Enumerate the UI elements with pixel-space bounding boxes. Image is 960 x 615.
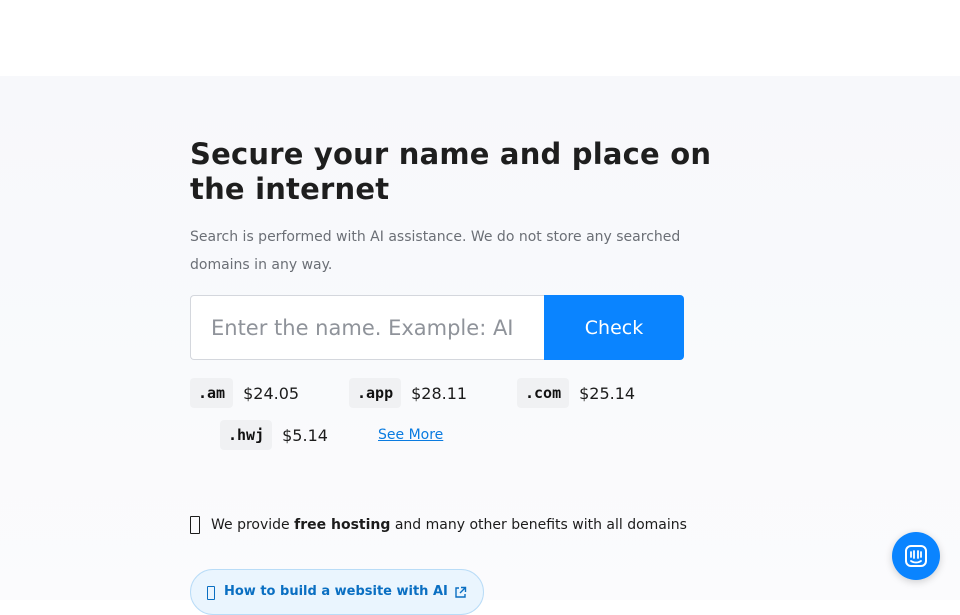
page-title: Secure your name and place on the intern…	[190, 137, 712, 206]
tld-name: .am	[190, 378, 234, 408]
page-subtitle: Search is performed with AI assistance. …	[190, 229, 681, 273]
tld-item-app[interactable]: .app $28.11	[349, 378, 467, 408]
chat-widget-button[interactable]	[892, 532, 940, 580]
tld-name: .hwj	[220, 420, 273, 450]
hosting-suffix: and many other benefits with all domains	[390, 517, 687, 533]
domain-search-input[interactable]	[190, 295, 544, 360]
tld-price: $24.05	[243, 383, 300, 403]
see-more-link[interactable]: See More	[378, 427, 443, 443]
tld-item-am[interactable]: .am $24.05	[190, 378, 299, 408]
free-hosting-note: We provide free hosting and many other b…	[190, 516, 687, 534]
domain-search-form: Check	[190, 295, 684, 360]
gift-icon	[190, 516, 200, 534]
hosting-bold: free hosting	[294, 517, 391, 533]
lightbulb-icon	[207, 586, 215, 600]
top-header-bar	[0, 0, 960, 76]
tld-price: $25.14	[579, 383, 636, 403]
external-link-icon	[455, 586, 467, 598]
chat-icon	[905, 545, 927, 567]
ai-guide-link[interactable]: How to build a website with AI	[190, 569, 484, 615]
tld-item-hwj[interactable]: .hwj $5.14	[220, 420, 328, 450]
hero-section: Secure your name and place on the intern…	[190, 137, 750, 279]
tld-item-com[interactable]: .com $25.14	[517, 378, 635, 408]
check-button[interactable]: Check	[544, 295, 684, 360]
tld-name: .app	[349, 378, 402, 408]
ai-guide-label: How to build a website with AI	[224, 584, 448, 599]
tld-price: $28.11	[411, 383, 468, 403]
tld-name: .com	[517, 378, 570, 408]
tld-price: $5.14	[282, 425, 328, 445]
hosting-prefix: We provide	[211, 517, 295, 533]
